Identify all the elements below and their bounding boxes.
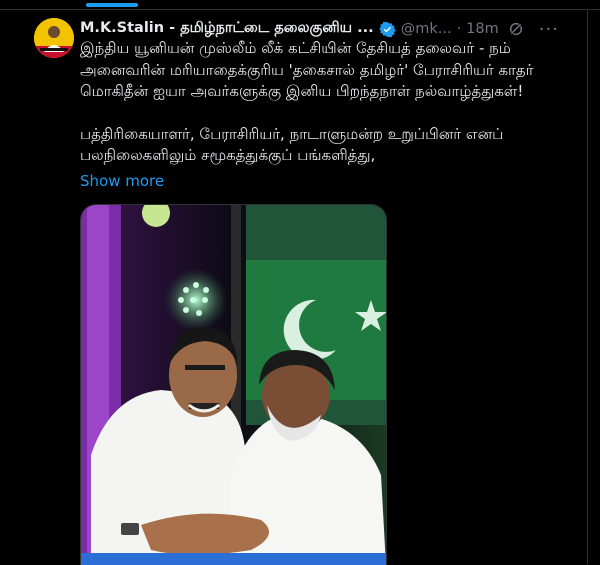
active-tab-indicator — [86, 3, 138, 7]
post-text: இந்திய யூனியன் முஸ்லீம் லீக் கட்சியின் த… — [80, 38, 580, 167]
show-more-link[interactable]: Show more — [80, 172, 164, 190]
more-options-icon[interactable]: ··· — [539, 19, 559, 40]
author-name[interactable]: M.K.Stalin - தமிழ்நாட்டை தலைகுனிய ... — [80, 20, 374, 38]
column-divider — [587, 10, 588, 564]
post-time[interactable]: 18m — [466, 21, 499, 37]
post-image[interactable] — [80, 204, 387, 565]
post-paragraph: பத்திரிகையாளர், பேராசிரியர், நாடாளுமன்ற … — [80, 124, 504, 165]
author-handle[interactable]: @mk... — [401, 21, 452, 37]
verified-badge-icon — [379, 21, 396, 38]
post-paragraph: இந்திய யூனியன் முஸ்லீம் லீக் கட்சியின் த… — [80, 39, 534, 100]
grok-icon[interactable] — [508, 21, 524, 37]
author-avatar[interactable] — [34, 18, 74, 58]
post-header: M.K.Stalin - தமிழ்நாட்டை தலைகுனிய ... @m… — [80, 18, 580, 40]
separator-dot: · — [456, 21, 462, 37]
tab-bar — [0, 0, 600, 10]
